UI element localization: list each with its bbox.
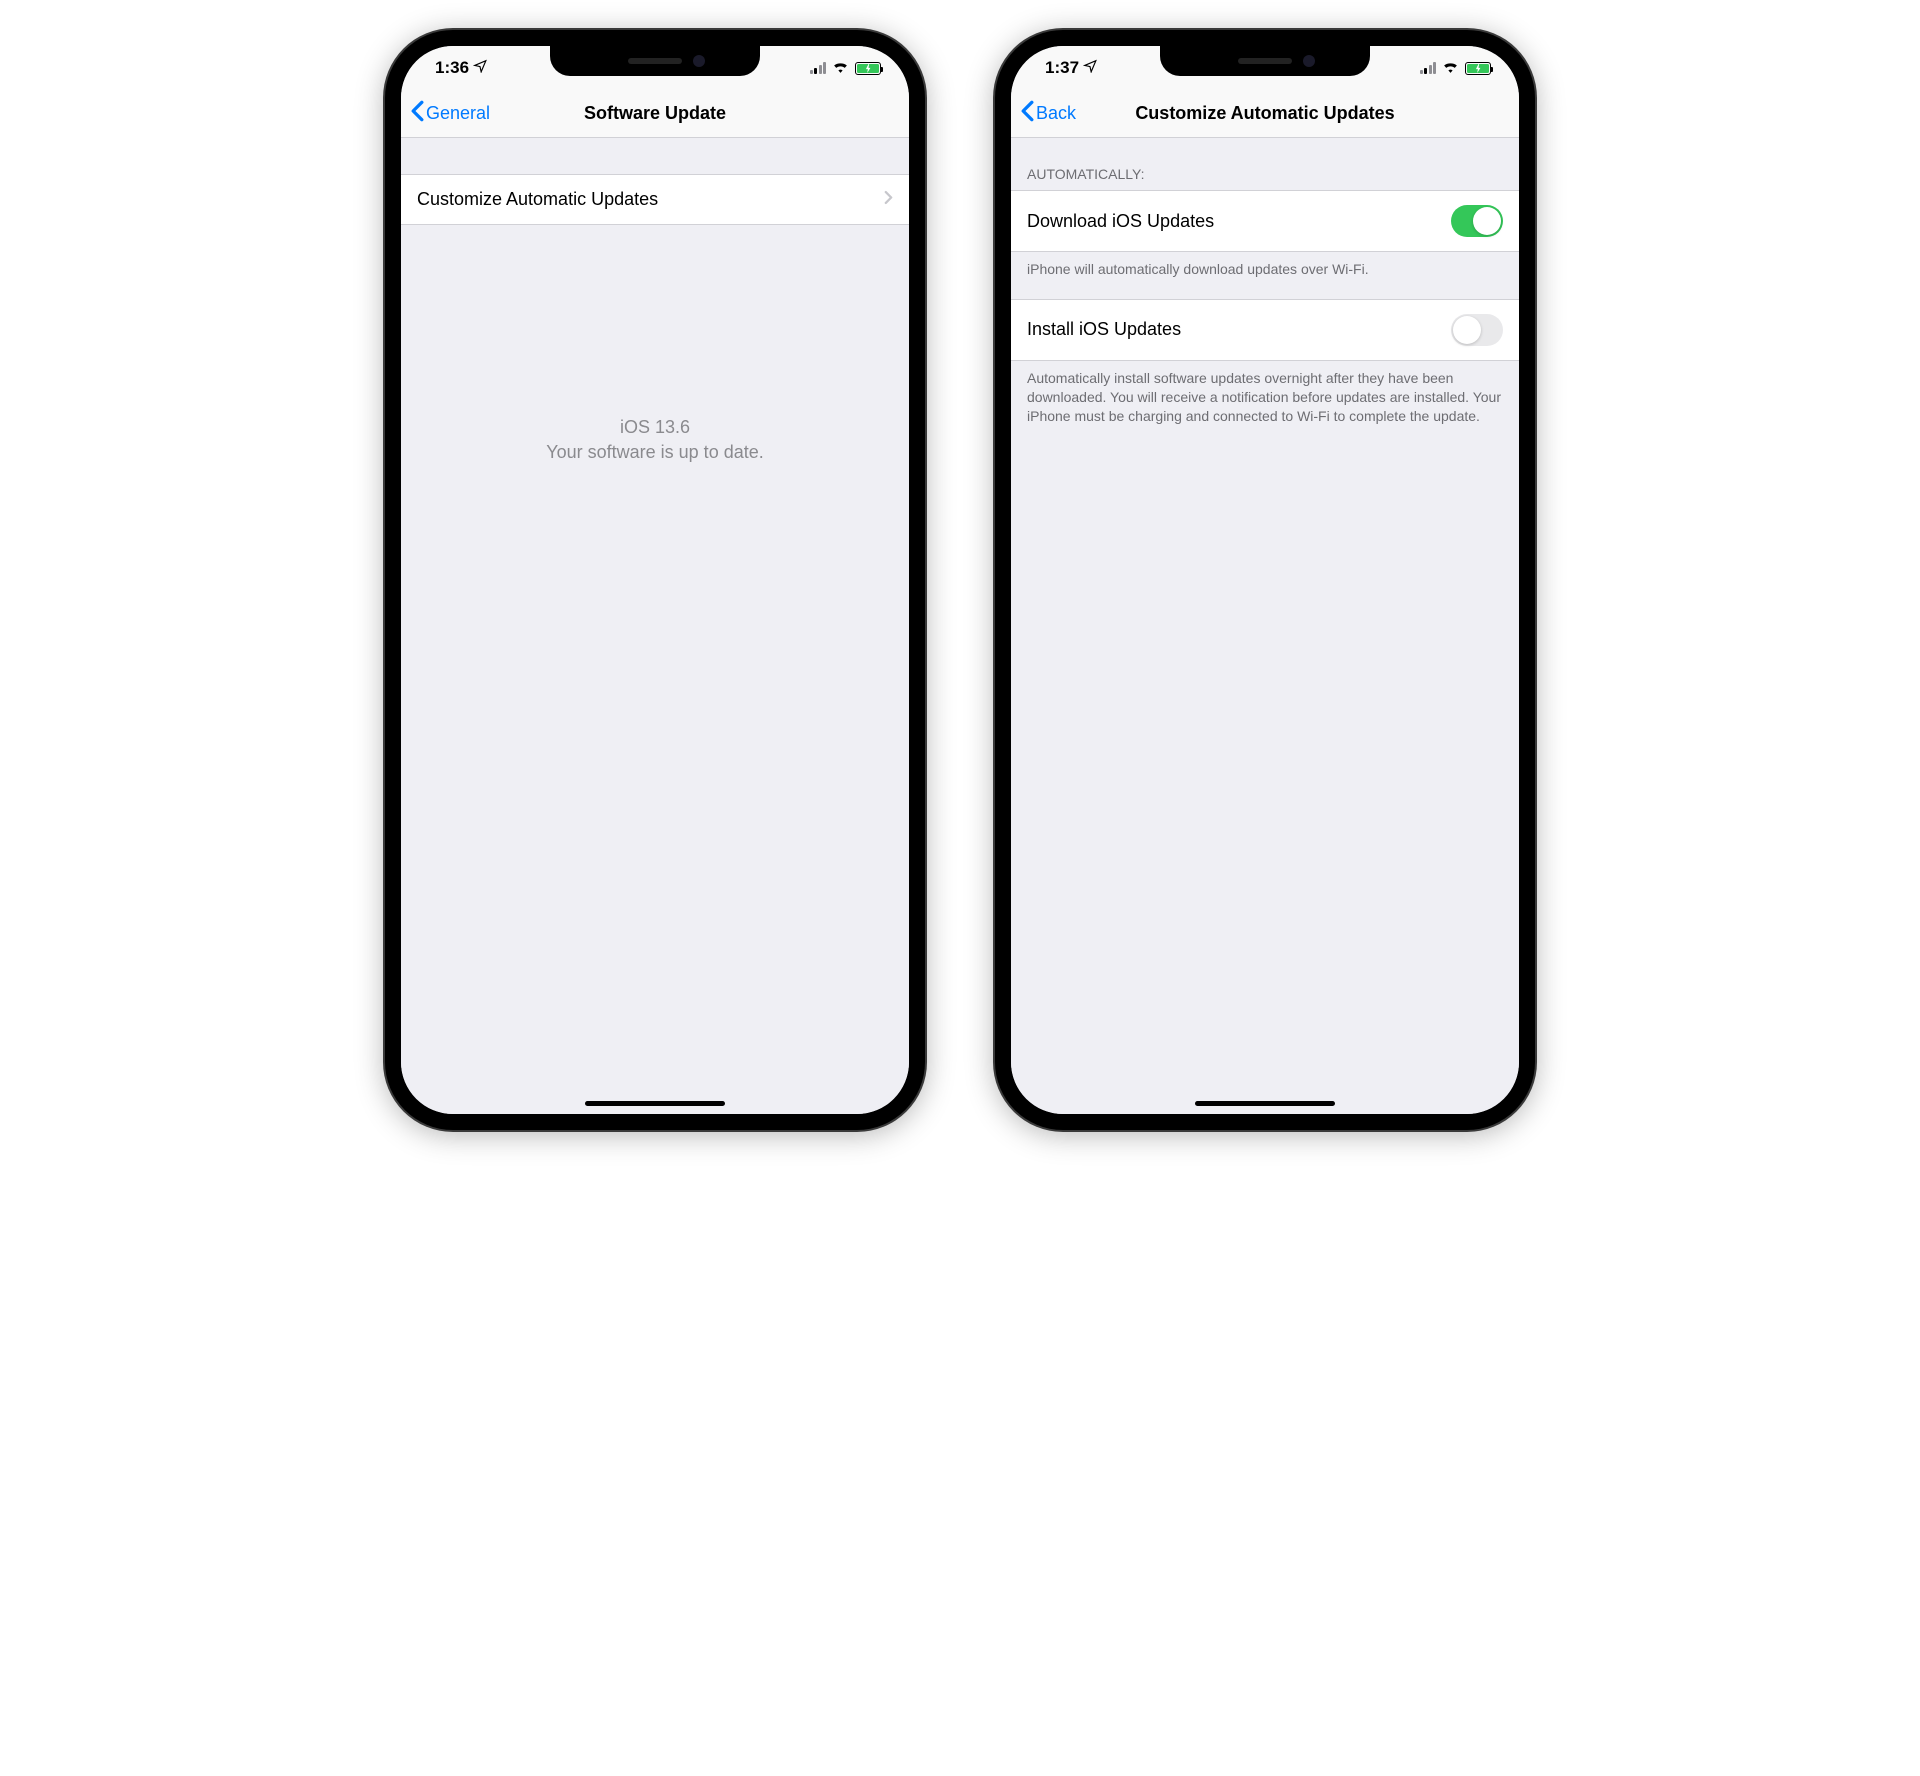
status-message: iOS 13.6 Your software is up to date. (401, 415, 909, 465)
ios-version: iOS 13.6 (401, 415, 909, 440)
navigation-bar: General Software Update (401, 90, 909, 138)
notch (1160, 46, 1370, 76)
download-toggle[interactable] (1451, 205, 1503, 237)
install-footer: Automatically install software updates o… (1011, 361, 1519, 446)
cellular-signal-icon (810, 62, 827, 74)
location-icon (473, 58, 487, 78)
section-header: Automatically: (1011, 138, 1519, 190)
customize-automatic-updates-row[interactable]: Customize Automatic Updates (401, 174, 909, 225)
back-button[interactable]: Back (1021, 100, 1076, 127)
wifi-icon (1442, 58, 1459, 78)
install-toggle[interactable] (1451, 314, 1503, 346)
home-indicator[interactable] (585, 1101, 725, 1106)
location-icon (1083, 58, 1097, 78)
chevron-left-icon (1021, 100, 1034, 127)
wifi-icon (832, 58, 849, 78)
chevron-left-icon (411, 100, 424, 127)
back-label: General (426, 103, 490, 124)
battery-icon (855, 62, 881, 75)
up-to-date-text: Your software is up to date. (401, 440, 909, 465)
chevron-right-icon (884, 189, 893, 210)
row-label: Install iOS Updates (1027, 319, 1181, 340)
phone-mockup-right: 1:37 (995, 30, 1535, 1130)
status-time: 1:37 (1045, 58, 1079, 78)
navigation-bar: Back Customize Automatic Updates (1011, 90, 1519, 138)
status-time: 1:36 (435, 58, 469, 78)
back-button[interactable]: General (411, 100, 490, 127)
phone-mockup-left: 1:36 (385, 30, 925, 1130)
install-ios-updates-row[interactable]: Install iOS Updates (1011, 299, 1519, 361)
download-footer: iPhone will automatically download updat… (1011, 252, 1519, 299)
row-label: Customize Automatic Updates (417, 189, 658, 210)
home-indicator[interactable] (1195, 1101, 1335, 1106)
page-title: Customize Automatic Updates (1011, 103, 1519, 124)
download-ios-updates-row[interactable]: Download iOS Updates (1011, 190, 1519, 252)
notch (550, 46, 760, 76)
back-label: Back (1036, 103, 1076, 124)
cellular-signal-icon (1420, 62, 1437, 74)
battery-icon (1465, 62, 1491, 75)
row-label: Download iOS Updates (1027, 211, 1214, 232)
